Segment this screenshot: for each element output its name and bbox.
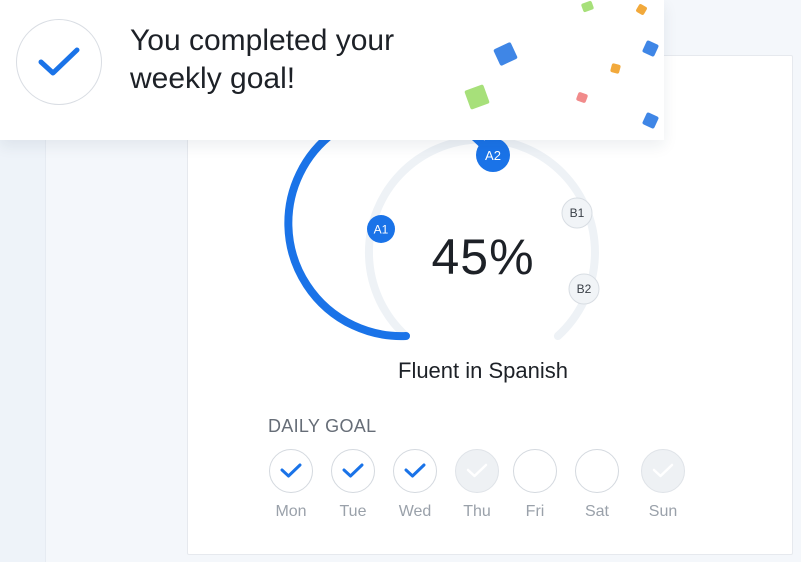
confetti-piece — [641, 39, 660, 58]
day-label: Mon — [275, 503, 307, 520]
day-thu[interactable]: Thu — [446, 449, 508, 521]
check-icon — [466, 463, 488, 478]
day-fri[interactable]: Fri — [504, 449, 566, 521]
day-label: Sun — [648, 503, 678, 520]
day-circle — [455, 449, 499, 493]
day-label: Tue — [339, 503, 367, 520]
progress-percent: 45% — [431, 229, 535, 285]
day-sat[interactable]: Sat — [566, 449, 628, 521]
confetti-piece — [641, 111, 660, 130]
toast-message: You completed your weekly goal! — [130, 22, 460, 98]
toast-message-line-1: You completed your — [130, 24, 395, 57]
check-icon — [404, 463, 426, 478]
day-sun[interactable]: Sun — [632, 449, 694, 521]
confetti-piece — [635, 3, 648, 16]
goal-toast: You completed your weekly goal! — [0, 0, 664, 140]
day-circle — [641, 449, 685, 493]
level-marker-a1: A1 — [367, 215, 395, 243]
check-icon — [652, 463, 674, 478]
day-label: Wed — [398, 503, 432, 520]
day-mon[interactable]: Mon — [260, 449, 322, 521]
confetti-piece — [580, 0, 595, 13]
level-marker-a2: A2 — [476, 138, 510, 172]
check-icon — [280, 463, 302, 478]
toast-message-line-2: weekly goal! — [130, 62, 296, 95]
day-circle — [269, 449, 313, 493]
language-caption: Fluent in Spanish — [398, 358, 568, 383]
confetti-piece — [464, 84, 490, 110]
day-label: Sat — [584, 503, 609, 520]
confetti-piece — [609, 62, 622, 75]
level-a1-label: A1 — [374, 223, 389, 237]
level-marker-b2: B2 — [568, 273, 600, 305]
day-circle — [575, 449, 619, 493]
confetti-piece — [575, 91, 589, 104]
day-label: Fri — [525, 503, 545, 520]
level-a2-label: A2 — [485, 148, 501, 163]
day-circle — [331, 449, 375, 493]
day-wed[interactable]: Wed — [384, 449, 446, 521]
toast-check-badge — [16, 19, 102, 105]
day-circle — [393, 449, 437, 493]
check-icon — [38, 47, 80, 76]
level-b2-label: B2 — [577, 282, 592, 296]
daily-goal-title: DAILY GOAL — [268, 416, 377, 436]
day-circle — [513, 449, 557, 493]
level-b1-label: B1 — [570, 206, 585, 220]
day-tue[interactable]: Tue — [322, 449, 384, 521]
day-label: Thu — [463, 503, 491, 520]
check-icon — [342, 463, 364, 478]
confetti-piece — [493, 41, 518, 67]
level-marker-b1: B1 — [561, 197, 593, 229]
